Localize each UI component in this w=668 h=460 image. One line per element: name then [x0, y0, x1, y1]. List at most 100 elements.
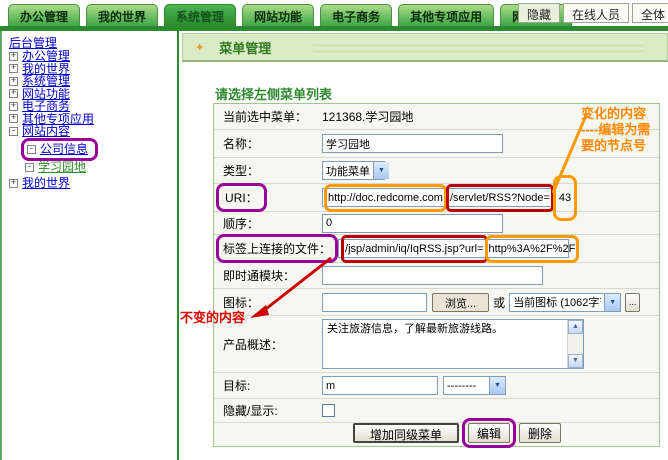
textarea-scrollbar[interactable]: ▲ ▼	[567, 320, 583, 368]
annotation-purple-ring-uri-label: URI：	[216, 183, 267, 212]
annotation-red-ring-file-path: /jsp/admin/iq/IqRSS.jsp?url=	[341, 235, 487, 263]
row-type: 类型： 功能菜单▼	[214, 158, 659, 184]
row-description: 产品概述： 关注旅游信息，了解最新旅游线路。 ▲ ▼	[214, 316, 659, 373]
im-module-label: 即时通模块：	[214, 267, 322, 284]
current-menu-value: 121368.学习园地	[322, 108, 413, 125]
row-icon: 图标： 浏览... 或 当前图标 (1062字节)▼ ...	[214, 289, 659, 316]
annotation-purple-ring-file-label: 标签上连接的文件：	[216, 234, 338, 263]
main-content: ✦ 菜单管理 请选择左侧菜单列表 当前选中菜单： 121368.学习园地 名称：…	[181, 31, 668, 460]
row-uri: URI： http://doc.redcome.com/servlet/RSS?…	[214, 184, 659, 212]
sidebar-tree: 后台管理 +办公管理 +我的世界 +系统管理 +网站功能 +电子商务 +其他专项…	[0, 31, 179, 460]
topbar-right-buttons: 隐藏 在线人员 全体	[518, 3, 668, 23]
sidebar-item-study-garden[interactable]: 学习园地	[38, 161, 86, 174]
tab-special-apps[interactable]: 其他专项应用	[398, 4, 494, 26]
type-select[interactable]: 功能菜单▼	[322, 161, 385, 180]
expand-plus-icon[interactable]: +	[9, 52, 18, 61]
row-target: 目标: m -------- ▼	[214, 373, 659, 399]
name-label: 名称：	[214, 135, 322, 152]
sidebar-item-office-admin[interactable]: 办公管理	[22, 50, 70, 63]
order-input[interactable]: 0	[322, 214, 503, 233]
edit-button[interactable]: 编辑	[468, 423, 510, 443]
expand-plus-icon[interactable]: +	[9, 179, 18, 188]
tab-my-world[interactable]: 我的世界	[86, 4, 158, 26]
uri-host-text: http://doc.redcome.com	[328, 192, 443, 204]
icon-file-input[interactable]	[322, 293, 427, 312]
order-input-value: 0	[326, 217, 332, 229]
current-icon-select-value: 当前图标 (1062字节)	[513, 294, 601, 310]
tab-system-admin[interactable]: 系统管理	[164, 4, 236, 26]
or-text: 或	[493, 294, 505, 311]
chevron-down-icon: ▼	[604, 294, 620, 311]
uri-input[interactable]: http://doc.redcome.com/servlet/RSS?Node=…	[322, 188, 555, 207]
name-input[interactable]: 学习园地	[322, 134, 503, 153]
add-sibling-menu-button[interactable]: 增加同级菜单	[353, 423, 459, 443]
row-hide-show: 隐藏/显示:	[214, 399, 659, 423]
uri-servlet-text: /servlet/RSS?Node=	[450, 192, 550, 204]
all-users-button[interactable]: 全体	[632, 3, 668, 23]
row-order: 顺序： 0	[214, 212, 659, 235]
sidebar-item-site-content[interactable]: 网站内容	[22, 125, 70, 138]
orange-note-line: 变化的内容	[581, 106, 667, 122]
description-textarea[interactable]: 关注旅游信息，了解最新旅游线路。 ▲ ▼	[322, 319, 584, 369]
target-input[interactable]: m	[322, 376, 438, 395]
uri-node-id-text: 43	[559, 192, 571, 204]
main-tabs: 办公管理 我的世界 系统管理 网站功能 电子商务 其他专项应用 网站内容	[8, 4, 572, 26]
sidebar-root-link[interactable]: 后台管理	[9, 37, 57, 50]
type-select-value: 功能菜单	[326, 163, 370, 179]
collapse-minus-icon[interactable]: -	[27, 145, 36, 154]
sidebar-item-ecommerce[interactable]: 电子商务	[22, 100, 70, 113]
page-title: 菜单管理	[219, 38, 271, 57]
name-input-value: 学习园地	[326, 136, 370, 152]
file-input[interactable]: /jsp/admin/iq/IqRSS.jsp?url=http%3A%2F%2…	[338, 239, 569, 258]
annotation-orange-ring-file-url: http%3A%2F%2F	[485, 235, 580, 263]
current-menu-label: 当前选中菜单：	[214, 108, 322, 125]
target-label: 目标:	[214, 377, 322, 394]
row-buttons: 增加同级菜单 编辑 删除	[214, 423, 659, 443]
tab-ecommerce[interactable]: 电子商务	[320, 4, 392, 26]
scroll-down-icon[interactable]: ▼	[568, 354, 583, 368]
delete-button[interactable]: 删除	[519, 423, 561, 443]
expand-plus-icon[interactable]: +	[9, 77, 18, 86]
current-icon-select[interactable]: 当前图标 (1062字节)▼	[509, 293, 621, 312]
annotation-red-ring-uri-servlet: /servlet/RSS?Node=	[446, 184, 554, 212]
annotation-purple-ring-edit-button: 编辑	[462, 418, 516, 448]
sidebar-item-system-admin[interactable]: 系统管理	[22, 75, 70, 88]
expand-plus-icon[interactable]: +	[9, 64, 18, 73]
uri-label: URI：	[225, 191, 258, 205]
expand-plus-icon[interactable]: +	[9, 114, 18, 123]
more-options-button[interactable]: ...	[625, 293, 640, 312]
top-tab-bar: 办公管理 我的世界 系统管理 网站功能 电子商务 其他专项应用 网站内容 隐藏 …	[0, 0, 668, 26]
annotation-purple-ring-company-info: - 公司信息	[21, 138, 98, 161]
page-header-bar: ✦ 菜单管理	[182, 33, 668, 62]
sidebar-item-company-info[interactable]: 公司信息	[40, 143, 88, 156]
row-im-module: 即时通模块：	[214, 263, 659, 289]
hide-show-label: 隐藏/显示:	[214, 402, 322, 419]
description-text: 关注旅游信息，了解最新旅游线路。	[323, 320, 583, 338]
collapse-minus-icon[interactable]: -	[9, 127, 18, 136]
hide-button[interactable]: 隐藏	[518, 3, 560, 23]
orange-note-line: ----编辑为需	[581, 122, 667, 138]
sidebar-item-my-world-2[interactable]: 我的世界	[22, 177, 70, 190]
expand-plus-icon[interactable]: +	[9, 89, 18, 98]
diamond-bullet-icon: ✦	[195, 41, 204, 54]
collapse-minus-icon[interactable]: -	[25, 163, 34, 172]
row-tab-link-file: 标签上连接的文件： /jsp/admin/iq/IqRSS.jsp?url=ht…	[214, 235, 659, 263]
file-path-text: /jsp/admin/iq/IqRSS.jsp?url=	[345, 243, 483, 255]
annotation-red-note: 不变的内容	[180, 307, 245, 326]
target-input-value: m	[326, 380, 335, 392]
order-label: 顺序：	[214, 215, 322, 232]
tab-office-admin[interactable]: 办公管理	[8, 4, 80, 26]
im-module-input[interactable]	[322, 266, 543, 285]
target-select-value: --------	[447, 380, 476, 392]
hide-show-checkbox[interactable]	[322, 404, 335, 417]
tab-site-functions[interactable]: 网站功能	[242, 4, 314, 26]
online-users-button[interactable]: 在线人员	[563, 3, 629, 23]
browse-button[interactable]: 浏览...	[432, 293, 489, 312]
menu-edit-form: 当前选中菜单： 121368.学习园地 名称： 学习园地 类型： 功能菜单▼ U…	[213, 103, 660, 447]
target-select[interactable]: -------- ▼	[443, 376, 506, 395]
file-url-text: http%3A%2F%2F	[489, 243, 576, 255]
file-label: 标签上连接的文件：	[223, 242, 331, 256]
expand-plus-icon[interactable]: +	[9, 102, 18, 111]
scroll-up-icon[interactable]: ▲	[568, 320, 583, 334]
chevron-down-icon: ▼	[489, 377, 505, 394]
